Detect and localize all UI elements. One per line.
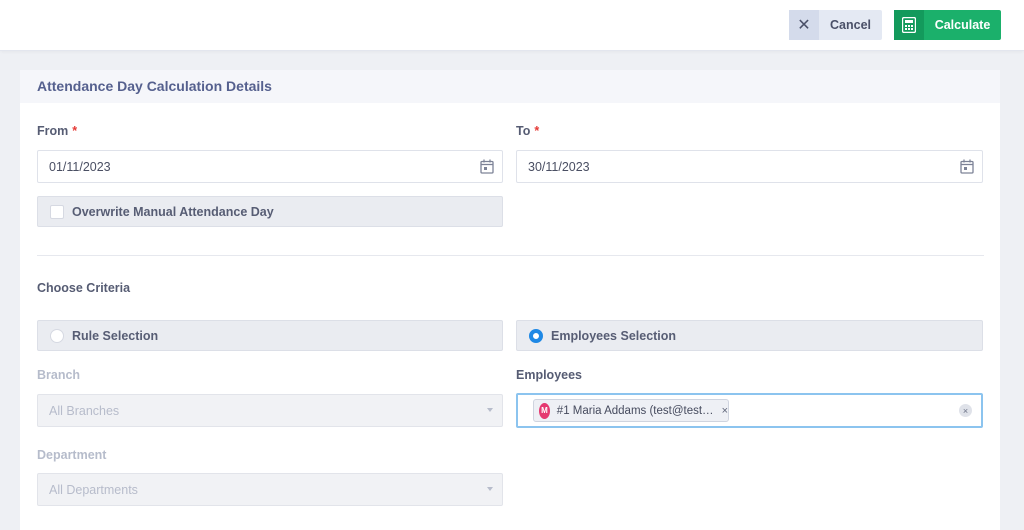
cancel-button[interactable]: ✕ Cancel — [789, 10, 882, 40]
employees-label: Employees — [516, 368, 583, 382]
overwrite-label: Overwrite Manual Attendance Day — [72, 204, 274, 219]
employees-selection-label: Employees Selection — [551, 328, 677, 343]
top-toolbar: ✕ Cancel Calculate — [0, 0, 1024, 51]
employee-chip: M #1 Maria Addams (test@test… × — [533, 399, 729, 422]
cancel-label: Cancel — [830, 18, 871, 32]
rule-selection-radio[interactable] — [50, 328, 64, 343]
calculator-icon — [894, 10, 924, 40]
employees-multiselect[interactable]: M #1 Maria Addams (test@test… × × — [516, 393, 983, 428]
required-mark: * — [534, 124, 540, 138]
from-label: From * — [37, 124, 77, 138]
remove-chip-icon[interactable]: × — [722, 405, 728, 417]
to-date-value: 30/11/2023 — [528, 159, 590, 174]
rule-selection-label: Rule Selection — [72, 328, 159, 343]
calculation-details-card: Attendance Day Calculation Details From *… — [20, 70, 1000, 530]
chevron-down-icon — [487, 487, 493, 491]
overwrite-checkbox[interactable] — [50, 204, 64, 219]
avatar: M — [539, 402, 550, 419]
required-mark: * — [72, 124, 78, 138]
employee-chip-text: #1 Maria Addams (test@test… — [556, 404, 714, 417]
branch-select: All Branches — [37, 394, 503, 427]
clear-selection-icon[interactable]: × — [959, 404, 972, 417]
overwrite-manual-checkbox-row[interactable]: Overwrite Manual Attendance Day — [37, 196, 503, 227]
close-icon: ✕ — [789, 10, 819, 40]
calculate-button[interactable]: Calculate — [894, 10, 1001, 40]
choose-criteria-label: Choose Criteria — [37, 281, 131, 295]
branch-select-value: All Branches — [49, 403, 120, 418]
chevron-down-icon — [487, 408, 493, 412]
employees-selection-option[interactable]: Employees Selection — [516, 320, 983, 351]
to-label: To * — [516, 124, 539, 138]
card-title: Attendance Day Calculation Details — [37, 78, 272, 94]
to-date-input[interactable]: 30/11/2023 — [516, 150, 983, 183]
calendar-icon[interactable] — [480, 159, 494, 174]
from-date-input[interactable]: 01/11/2023 — [37, 150, 503, 183]
to-label-text: To — [516, 124, 531, 138]
rule-selection-option[interactable]: Rule Selection — [37, 320, 503, 351]
department-select: All Departments — [37, 473, 503, 506]
calendar-icon[interactable] — [960, 159, 974, 174]
from-label-text: From — [37, 124, 69, 138]
department-select-value: All Departments — [49, 482, 138, 497]
calculate-label: Calculate — [934, 18, 991, 32]
employees-selection-radio[interactable] — [529, 328, 543, 343]
card-header: Attendance Day Calculation Details — [20, 70, 1000, 103]
from-date-value: 01/11/2023 — [49, 159, 111, 174]
branch-label: Branch — [37, 368, 81, 382]
section-divider — [37, 255, 984, 256]
department-label: Department — [37, 448, 107, 462]
